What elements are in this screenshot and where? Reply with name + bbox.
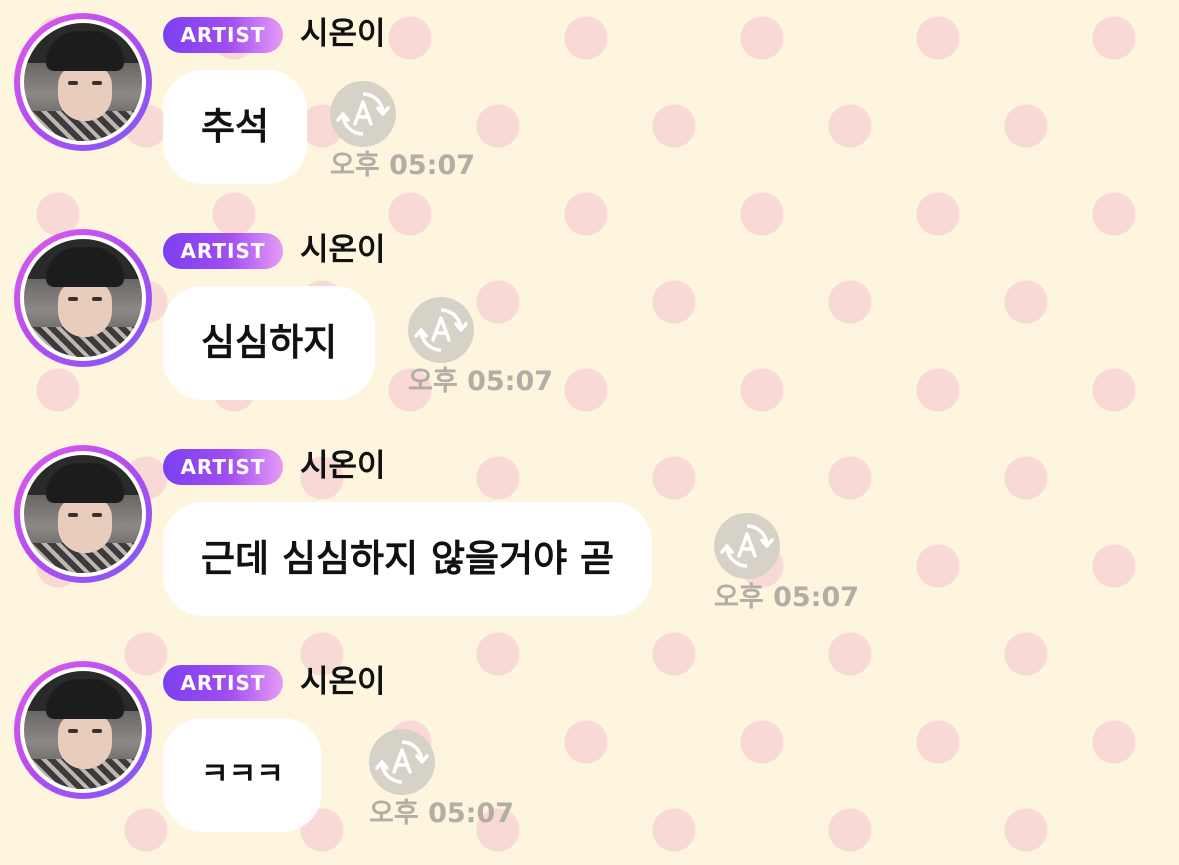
- avatar[interactable]: [14, 13, 152, 151]
- message-bubble[interactable]: 추석: [163, 70, 308, 184]
- translate-icon[interactable]: [369, 729, 435, 795]
- avatar-photo: [24, 671, 142, 789]
- chat-message: ARTIST 시온이 심심하지 오후 05:07: [0, 216, 1179, 416]
- sender-name[interactable]: 시온이: [300, 446, 386, 486]
- avatar-photo: [24, 455, 142, 573]
- message-bubble[interactable]: 심심하지: [163, 286, 376, 400]
- sender-name[interactable]: 시온이: [300, 14, 386, 54]
- artist-badge: ARTIST: [163, 17, 283, 53]
- artist-badge: ARTIST: [163, 233, 283, 269]
- message-timestamp: 오후 05:07: [369, 798, 515, 829]
- message-bubble[interactable]: 근데 심심하지 않을거야 곧: [163, 502, 653, 616]
- chat-message-list: ARTIST 시온이 추석 오후 05:07 ARTIST 시온이 심심하지 오…: [0, 0, 1179, 865]
- avatar[interactable]: [14, 229, 152, 367]
- message-timestamp: 오후 05:07: [330, 150, 476, 181]
- artist-badge: ARTIST: [163, 665, 283, 701]
- message-bubble[interactable]: ㅋㅋㅋ: [163, 718, 322, 832]
- avatar[interactable]: [14, 661, 152, 799]
- translate-icon[interactable]: [408, 297, 474, 363]
- avatar[interactable]: [14, 445, 152, 583]
- sender-name[interactable]: 시온이: [300, 662, 386, 702]
- chat-message: ARTIST 시온이 ㅋㅋㅋ 오후 05:07: [0, 648, 1179, 848]
- avatar-photo: [24, 23, 142, 141]
- message-timestamp: 오후 05:07: [714, 582, 860, 613]
- artist-badge: ARTIST: [163, 449, 283, 485]
- chat-message: ARTIST 시온이 근데 심심하지 않을거야 곧 오후 05:07: [0, 432, 1179, 632]
- translate-icon[interactable]: [330, 81, 396, 147]
- chat-message: ARTIST 시온이 추석 오후 05:07: [0, 0, 1179, 200]
- message-timestamp: 오후 05:07: [408, 366, 554, 397]
- translate-icon[interactable]: [714, 513, 780, 579]
- sender-name[interactable]: 시온이: [300, 230, 386, 270]
- avatar-photo: [24, 239, 142, 357]
